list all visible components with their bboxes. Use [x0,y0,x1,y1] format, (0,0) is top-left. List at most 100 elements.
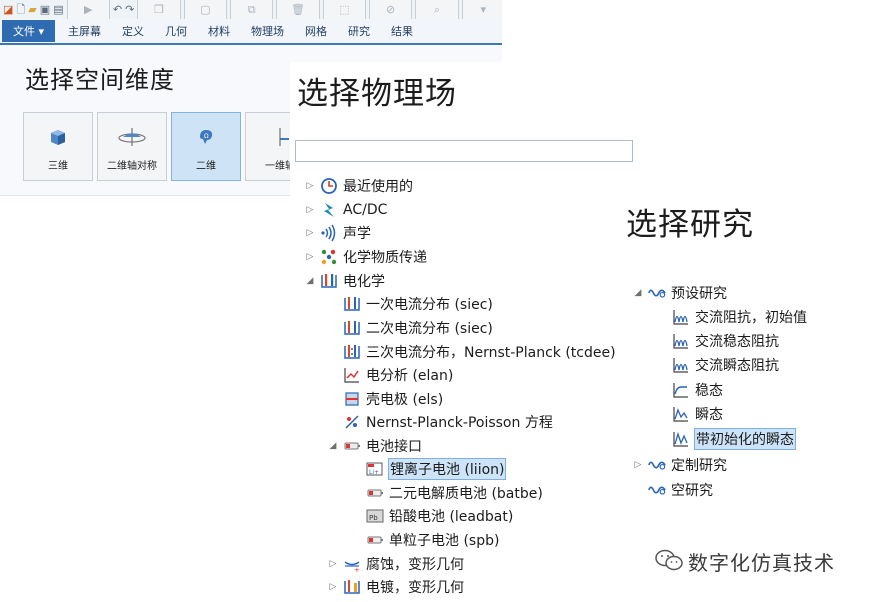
svg-text:Li+: Li+ [369,469,379,476]
axisymmetric-icon [117,127,147,151]
tree-item-label: 二次电流分布 (siec) [366,321,493,337]
tree-item-stationary[interactable]: 稳态 [656,379,724,401]
recent-icon [320,177,338,195]
empty-study-icon [648,481,666,499]
tree-item-secondary-current[interactable]: 二次电流分布 (siec) [327,317,494,339]
ribbon-tabs: 文件 ▾ 主屏幕 定义 几何 材料 物理场 网格 研究 结果 [0,19,502,45]
tree-item-li-ion-battery[interactable]: Li+ 锂离子电池 (liion) [350,458,507,480]
tree-item-corrosion[interactable]: ▷ + 腐蚀，变形几何 [327,553,465,575]
expand-arrow-icon[interactable]: ▷ [304,181,316,191]
tab-home[interactable]: 主屏幕 [68,23,101,39]
tree-item-single-particle-battery[interactable]: 单粒子电池 (spb) [350,529,500,551]
tree-item-lead-acid-battery[interactable]: Pb 铅酸电池 (leadbat) [350,505,514,527]
tree-item-label: 腐蚀，变形几何 [366,557,464,573]
preset-studies-icon [648,284,666,302]
tree-item-label: 交流稳态阻抗 [695,334,779,350]
tree-item-recent[interactable]: ▷ 最近使用的 [304,175,414,197]
tree-item-custom-studies[interactable]: ▷ 定制研究 [632,454,728,476]
expand-arrow-icon[interactable]: ▷ [304,252,316,262]
tree-item-label: 锂离子电池 (liion) [388,458,507,480]
collapse-arrow-icon[interactable]: ◢ [327,441,339,451]
tree-item-binary-electrolyte-battery[interactable]: 二元电解质电池 (batbe) [350,482,544,504]
tertiary-current-icon [343,343,361,361]
tree-item-label: 交流阻抗，初始值 [695,310,807,326]
tree-item-primary-current[interactable]: 一次电流分布 (siec) [327,293,494,315]
electrodeposition-icon [343,578,361,596]
chemical-transport-icon [320,248,338,266]
stationary-icon [672,381,690,399]
current-distribution-icon [343,319,361,337]
tree-item-label: 预设研究 [671,286,727,302]
tree-item-label: 壳电极 (els) [366,392,444,408]
tree-item-time-dependent[interactable]: 瞬态 [656,403,724,425]
tree-item-shell-electrode[interactable]: 壳电极 (els) [327,388,444,410]
tree-item-label: 稳态 [695,383,723,399]
physics-search-input[interactable] [295,140,633,162]
tab-study[interactable]: 研究 [348,23,370,39]
dimension-label: 二维轴对称 [107,161,157,172]
collapse-arrow-icon[interactable]: ◢ [632,288,644,298]
electroanalysis-icon [343,366,361,384]
tree-item-label: 电镀，变形几何 [366,580,464,596]
tree-item-label: 单粒子电池 (spb) [389,533,500,549]
dimension-2d-axisymmetric-button[interactable]: 二维轴对称 [97,112,167,181]
acdc-icon [320,201,338,219]
tab-definitions[interactable]: 定义 [122,23,144,39]
tree-item-ac-impedance-transient[interactable]: 交流瞬态阻抗 [656,354,780,376]
file-menu-button[interactable]: 文件 ▾ [2,20,55,42]
app-logo-icon[interactable]: ◪ [3,3,13,17]
study-title: 选择研究 [626,207,754,243]
page-title: 选择空间维度 [25,66,175,94]
tree-item-label: 带初始化的瞬态 [694,428,796,450]
tree-item-ac-impedance-stationary[interactable]: 交流稳态阻抗 [656,330,780,352]
expand-arrow-icon[interactable]: ▷ [632,460,644,470]
dimension-label: 二维 [196,161,216,172]
dimension-2d-button[interactable]: Ω 二维 [171,112,241,181]
tree-item-label: 瞬态 [695,407,723,423]
2d-icon: Ω [196,127,216,151]
expand-arrow-icon[interactable]: ▷ [304,205,316,215]
new-file-icon[interactable]: 🗋 [16,3,25,17]
tab-results[interactable]: 结果 [391,23,413,39]
tree-item-empty-study[interactable]: 空研究 [632,479,714,501]
tree-item-label: 交流瞬态阻抗 [695,358,779,374]
ac-impedance-icon [672,332,690,350]
dimension-label: 三维 [48,161,68,172]
select-physics-panel: 选择物理场 ▷ 最近使用的 ▷ AC/DC ▷ 声学 ▷ 化学物质传递 ◢ 电化… [290,62,634,602]
wechat-icon [654,548,684,576]
expand-arrow-icon[interactable]: ▷ [327,582,339,592]
li-ion-battery-icon: Li+ [366,460,384,478]
tree-item-acoustics[interactable]: ▷ 声学 [304,222,372,244]
tab-materials[interactable]: 材料 [208,23,230,39]
tree-item-electrodeposition[interactable]: ▷ 电镀，变形几何 [327,576,465,598]
tree-item-electrochemistry[interactable]: ◢ 电化学 [304,270,386,292]
tree-item-tertiary-current[interactable]: 三次电流分布，Nernst-Planck (tcdee) [327,341,617,363]
tab-geometry[interactable]: 几何 [165,23,187,39]
quick-access-toolbar: ◪ 🗋 ▰ ▣ ▤ ▶ ↶ ↷ ❐ ▢ ⧉ 🗑 ⬚ ⊘ ⌕ ▾ [0,0,502,44]
tree-item-chemical-transport[interactable]: ▷ 化学物质传递 [304,246,428,268]
save-as-icon[interactable]: ▤ [53,3,63,17]
tree-item-electroanalysis[interactable]: 电分析 (elan) [327,364,454,386]
undo-icon[interactable]: ↶ [113,3,122,17]
expand-arrow-icon[interactable]: ▷ [327,559,339,569]
electrochemistry-icon [320,272,338,290]
save-icon[interactable]: ▣ [40,3,50,17]
tree-item-ac-impedance-initial[interactable]: 交流阻抗，初始值 [656,306,808,328]
tree-item-battery-interfaces[interactable]: ◢ 电池接口 [327,435,423,457]
ac-impedance-icon [672,308,690,326]
tree-item-time-dependent-init[interactable]: 带初始化的瞬态 [656,428,796,450]
redo-icon[interactable]: ↷ [125,3,134,17]
tree-item-label: Nernst-Planck-Poisson 方程 [366,415,553,431]
physics-title: 选择物理场 [297,76,457,112]
open-folder-icon[interactable]: ▰ [28,3,37,17]
select-study-panel: 选择研究 ◢ 预设研究 交流阻抗，初始值 交流稳态阻抗 交流瞬态阻抗 稳态 瞬态… [617,185,881,513]
tab-mesh[interactable]: 网格 [305,23,327,39]
collapse-arrow-icon[interactable]: ◢ [304,276,316,286]
tree-item-preset-studies[interactable]: ◢ 预设研究 [632,282,728,304]
expand-arrow-icon[interactable]: ▷ [304,228,316,238]
tree-item-acdc[interactable]: ▷ AC/DC [304,199,388,221]
shell-electrode-icon [343,390,361,408]
dimension-3d-button[interactable]: 三维 [23,112,93,181]
tab-physics[interactable]: 物理场 [251,23,284,39]
tree-item-nernst-planck-poisson[interactable]: Nernst-Planck-Poisson 方程 [327,411,554,433]
